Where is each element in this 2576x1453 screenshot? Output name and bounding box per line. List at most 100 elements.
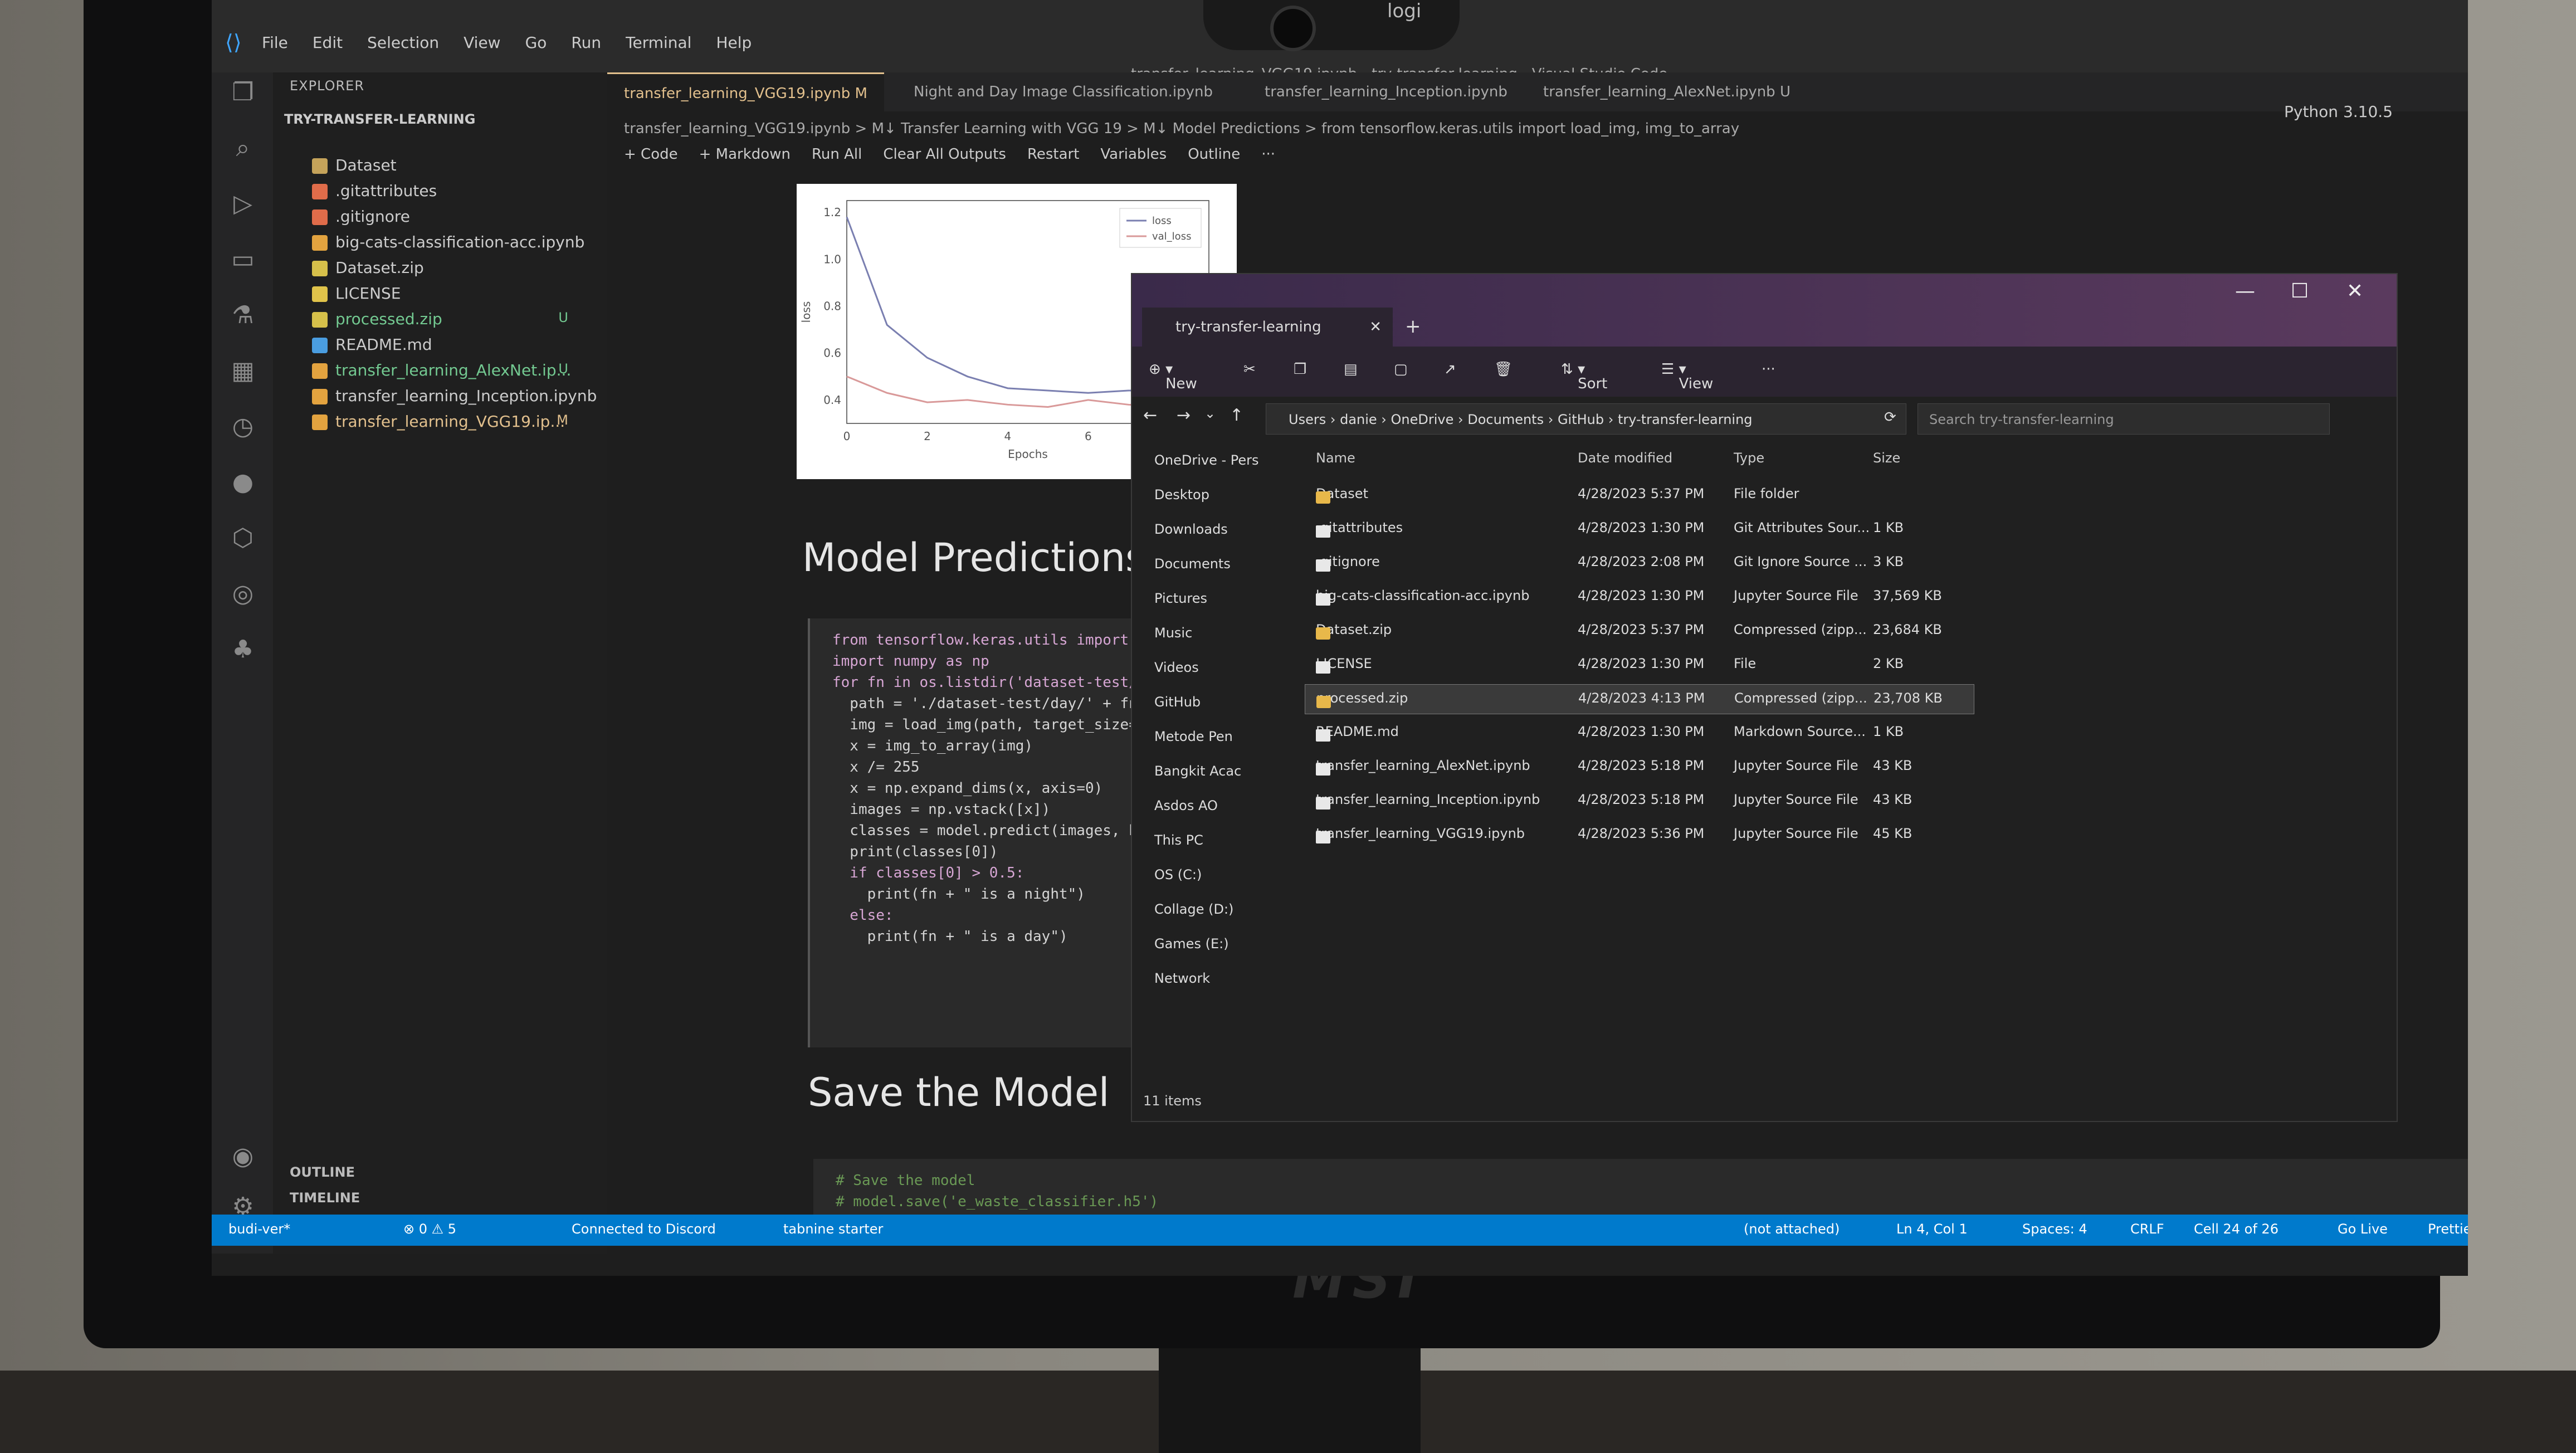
nav-item[interactable]: Collage (D:) — [1154, 901, 1233, 917]
file-row[interactable]: transfer_learning_AlexNet.ipynb 4/28/2023… — [1305, 752, 1973, 781]
cut-icon[interactable]: ✂ — [1243, 361, 1256, 378]
status-item[interactable]: budi-ver* — [228, 1221, 290, 1237]
file-row[interactable]: LICENSE 4/28/2023 1:30 PM File 2 KB — [1305, 650, 1973, 679]
editor-tab[interactable]: transfer_learning_AlexNet.ipynb U — [1526, 72, 1807, 111]
nav-item[interactable]: Downloads — [1154, 521, 1228, 537]
notebook-toolbar-button[interactable]: Clear All Outputs — [883, 146, 1006, 163]
remote-explorer-icon[interactable]: ▭ — [227, 245, 258, 276]
address-segment[interactable]: GitHub — [1558, 412, 1604, 427]
menu-item-edit[interactable]: Edit — [313, 33, 343, 52]
nav-item[interactable]: Games (E:) — [1154, 936, 1229, 952]
new-tab-icon[interactable]: + — [1405, 315, 1421, 338]
status-item[interactable]: Prettier — [2428, 1221, 2468, 1237]
status-item[interactable]: Connected to Discord — [572, 1221, 716, 1237]
search-icon[interactable]: ⌕ — [227, 134, 258, 165]
copilot-icon[interactable]: ◎ — [227, 579, 258, 611]
file-row[interactable]: .gitignore 4/28/2023 2:08 PM Git Ignore So… — [1305, 548, 1973, 577]
address-bar[interactable]: Users › danie › OneDrive › Documents › G… — [1266, 403, 1906, 435]
paste-icon[interactable]: ▤ — [1344, 361, 1358, 378]
up-icon[interactable]: ↑ — [1230, 406, 1243, 425]
menu-item-view[interactable]: View — [464, 33, 500, 52]
notebook-toolbar-button[interactable]: Variables — [1100, 146, 1167, 163]
maximize-icon[interactable]: ☐ — [2291, 280, 2309, 303]
file-tree-item[interactable]: transfer_learning_VGG19.ip... — [312, 412, 565, 431]
column-header[interactable]: Size — [1873, 450, 1900, 466]
file-row[interactable]: transfer_learning_VGG19.ipynb 4/28/2023 5… — [1305, 820, 1973, 849]
notebook-toolbar-button[interactable]: + Markdown — [699, 146, 791, 163]
nav-item[interactable]: Videos — [1154, 660, 1199, 675]
file-tree-item[interactable]: README.md — [312, 335, 432, 354]
nav-item[interactable]: Network — [1154, 971, 1210, 986]
file-tree-item[interactable]: processed.zip — [312, 310, 442, 328]
delete-icon[interactable]: 🗑 — [1494, 361, 1513, 378]
sidebar-section-timeline[interactable]: TIMELINE — [290, 1190, 360, 1206]
editor-tab[interactable]: transfer_learning_Inception.ipynb — [1248, 72, 1524, 111]
file-tree-item[interactable]: LICENSE — [312, 284, 401, 303]
address-segment[interactable]: danie — [1340, 412, 1377, 427]
close-window-icon[interactable]: ✕ — [2346, 280, 2363, 303]
nav-item[interactable]: OS (C:) — [1154, 867, 1202, 882]
more-button[interactable]: ··· — [1762, 361, 1775, 378]
status-item[interactable]: Cell 24 of 26 — [2194, 1221, 2279, 1237]
menu-item-go[interactable]: Go — [525, 33, 547, 52]
file-tree-item[interactable]: .gitattributes — [312, 182, 437, 200]
status-item[interactable]: Ln 4, Col 1 — [1896, 1221, 1968, 1237]
nav-item[interactable]: Bangkit Acac — [1154, 763, 1241, 779]
kernel-selector[interactable]: Python 3.10.5 — [2284, 103, 2393, 121]
notebook-toolbar-button[interactable]: Restart — [1027, 146, 1079, 163]
column-header[interactable]: Date modified — [1578, 450, 1672, 466]
extensions-icon[interactable]: ▦ — [227, 357, 258, 388]
testing-icon[interactable]: ⚗ — [227, 301, 258, 332]
editor-tab[interactable]: transfer_learning_VGG19.ipynb M — [607, 72, 884, 113]
breadcrumb[interactable]: transfer_learning_VGG19.ipynb > M↓ Trans… — [624, 120, 1739, 137]
menu-item-terminal[interactable]: Terminal — [626, 33, 691, 52]
back-icon[interactable]: ← — [1143, 406, 1157, 425]
file-row[interactable]: README.md 4/28/2023 1:30 PM Markdown Sourc… — [1305, 718, 1973, 747]
nav-item[interactable]: OneDrive - Pers — [1154, 452, 1259, 468]
column-header[interactable]: Type — [1734, 450, 1764, 466]
share-icon[interactable]: ↗ — [1444, 361, 1456, 378]
chevron-down-icon[interactable]: ⌄ — [1204, 406, 1216, 421]
notebook-toolbar-button[interactable]: + Code — [624, 146, 678, 163]
nav-item[interactable]: Documents — [1154, 556, 1231, 572]
nav-item[interactable]: Asdos AO — [1154, 798, 1218, 813]
nav-item[interactable]: GitHub — [1154, 694, 1201, 710]
status-item[interactable]: tabnine starter — [783, 1221, 883, 1237]
run-debug-icon[interactable]: ▷ — [227, 189, 258, 221]
file-tree-item[interactable]: big-cats-classification-acc.ipynb — [312, 233, 584, 251]
sort-button[interactable]: ⇅ Sort ▾ — [1561, 361, 1607, 392]
minimize-icon[interactable]: — — [2235, 280, 2255, 303]
github-icon[interactable]: ● — [227, 468, 258, 499]
status-item[interactable]: Go Live — [2338, 1221, 2388, 1237]
file-tree-item[interactable]: Dataset.zip — [312, 259, 424, 277]
view-button[interactable]: ☰ View ▾ — [1661, 361, 1713, 392]
file-tree-item[interactable]: transfer_learning_Inception.ipynb — [312, 387, 597, 405]
notebook-toolbar-button[interactable]: Run All — [812, 146, 862, 163]
status-item[interactable]: (not attached) — [1744, 1221, 1840, 1237]
project-name[interactable]: TRY-TRANSFER-LEARNING — [284, 111, 475, 127]
python-icon[interactable]: ♣ — [227, 635, 258, 666]
column-header[interactable]: Name — [1316, 450, 1355, 466]
sidebar-section-outline[interactable]: OUTLINE — [290, 1164, 355, 1180]
nav-item[interactable]: Pictures — [1154, 591, 1207, 606]
explorer-tab[interactable]: try-transfer-learning ✕ — [1142, 308, 1393, 347]
menu-item-file[interactable]: File — [262, 33, 288, 52]
menu-item-selection[interactable]: Selection — [367, 33, 439, 52]
file-row[interactable]: transfer_learning_Inception.ipynb 4/28/20… — [1305, 786, 1973, 815]
nav-item[interactable]: Music — [1154, 625, 1192, 641]
account-icon[interactable]: ◉ — [227, 1142, 258, 1173]
menu-item-run[interactable]: Run — [571, 33, 601, 52]
copy-icon[interactable]: ❐ — [1294, 361, 1306, 378]
forward-icon[interactable]: → — [1177, 406, 1191, 425]
nav-item[interactable]: This PC — [1154, 832, 1203, 848]
files-icon[interactable]: ❐ — [227, 78, 258, 109]
status-item[interactable]: Spaces: 4 — [2022, 1221, 2087, 1237]
nav-item[interactable]: Desktop — [1154, 487, 1209, 503]
new-button[interactable]: ⊕ New ▾ — [1149, 361, 1197, 392]
menu-item-help[interactable]: Help — [716, 33, 752, 52]
file-tree-item[interactable]: transfer_learning_AlexNet.ip... — [312, 361, 571, 379]
address-segment[interactable]: Users — [1289, 412, 1326, 427]
address-segment[interactable]: try-transfer-learning — [1618, 412, 1753, 427]
close-icon[interactable]: ✕ — [1369, 308, 1382, 347]
save-code-content[interactable]: # Save the model # model.save('e_waste_cl… — [836, 1170, 1158, 1212]
